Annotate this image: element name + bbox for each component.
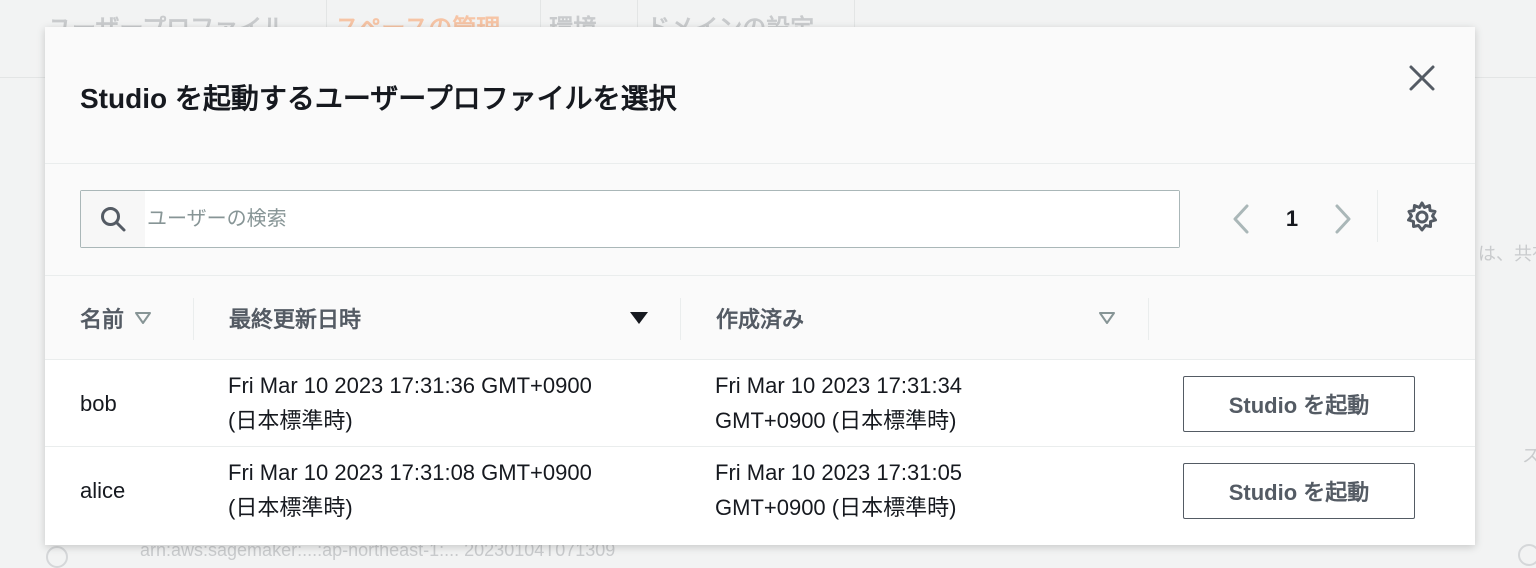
chevron-right-icon (1335, 204, 1351, 234)
table-row: bob Fri Mar 10 2023 17:31:36 GMT+0900 (日… (45, 360, 1475, 447)
background-side-text: は、共有 (1478, 244, 1536, 264)
column-divider (1148, 298, 1149, 340)
cell-created: Fri Mar 10 2023 17:31:05 GMT+0900 (日本標準時… (715, 455, 962, 525)
cell-last-modified: Fri Mar 10 2023 17:31:08 GMT+0900 (日本標準時… (228, 455, 592, 525)
select-user-profile-modal: Studio を起動するユーザープロファイルを選択 1 (45, 27, 1475, 545)
cell-last-modified-line-2: (日本標準時) (228, 495, 353, 520)
next-page-button[interactable] (1327, 194, 1359, 244)
column-header-last-modified-label: 最終更新日時 (229, 307, 362, 332)
table-body: bob Fri Mar 10 2023 17:31:36 GMT+0900 (日… (45, 360, 1475, 534)
cell-created-line-1: Fri Mar 10 2023 17:31:34 (715, 373, 963, 398)
cell-created: Fri Mar 10 2023 17:31:34 GMT+0900 (日本標準時… (715, 368, 962, 438)
column-header-created[interactable]: 作成済み (716, 276, 1116, 360)
close-button[interactable] (1407, 63, 1437, 93)
search-box (80, 190, 1180, 248)
table-header: 名前 最終更新日時 作成済み (45, 276, 1475, 360)
column-divider (680, 298, 681, 340)
column-header-last-modified[interactable]: 最終更新日時 (229, 276, 649, 360)
column-header-name[interactable]: 名前 (80, 276, 152, 360)
close-icon (1409, 65, 1435, 91)
launch-studio-button[interactable]: Studio を起動 (1183, 463, 1415, 519)
pagination: 1 (1225, 194, 1359, 244)
table-row: alice Fri Mar 10 2023 17:31:08 GMT+0900 … (45, 447, 1475, 534)
column-header-name-label: 名前 (80, 307, 125, 332)
search-icon (81, 191, 145, 247)
cell-last-modified: Fri Mar 10 2023 17:31:36 GMT+0900 (日本標準時… (228, 368, 592, 438)
chevron-left-icon (1233, 204, 1249, 234)
cell-created-line-2: GMT+0900 (日本標準時) (715, 408, 957, 433)
sort-caret-icon (135, 312, 152, 324)
modal-title: Studio を起動するユーザープロファイルを選択 (80, 83, 677, 114)
cell-name: bob (80, 391, 117, 416)
cell-created-line-1: Fri Mar 10 2023 17:31:05 (715, 460, 963, 485)
launch-studio-button[interactable]: Studio を起動 (1183, 376, 1415, 432)
preferences-button[interactable] (1405, 200, 1439, 234)
background-side-text-2: ス (1522, 446, 1536, 466)
sort-descending-icon (630, 312, 648, 324)
search-input[interactable] (145, 191, 1179, 247)
previous-page-button[interactable] (1225, 194, 1257, 244)
column-header-created-label: 作成済み (716, 307, 805, 332)
current-page-number[interactable]: 1 (1257, 206, 1327, 232)
table-toolbar: 1 (45, 164, 1475, 276)
cell-last-modified-line-2: (日本標準時) (228, 408, 353, 433)
cell-created-line-2: GMT+0900 (日本標準時) (715, 495, 957, 520)
gear-icon (1407, 201, 1437, 232)
column-divider (193, 298, 194, 340)
toolbar-divider (1377, 190, 1378, 242)
cell-last-modified-line-1: Fri Mar 10 2023 17:31:08 GMT+0900 (228, 460, 592, 485)
background-radio-2 (1518, 544, 1536, 566)
modal-header: Studio を起動するユーザープロファイルを選択 (45, 27, 1475, 164)
sort-caret-icon (1099, 312, 1115, 324)
background-radio (46, 546, 68, 568)
cell-last-modified-line-1: Fri Mar 10 2023 17:31:36 GMT+0900 (228, 373, 592, 398)
cell-name: alice (80, 478, 126, 503)
